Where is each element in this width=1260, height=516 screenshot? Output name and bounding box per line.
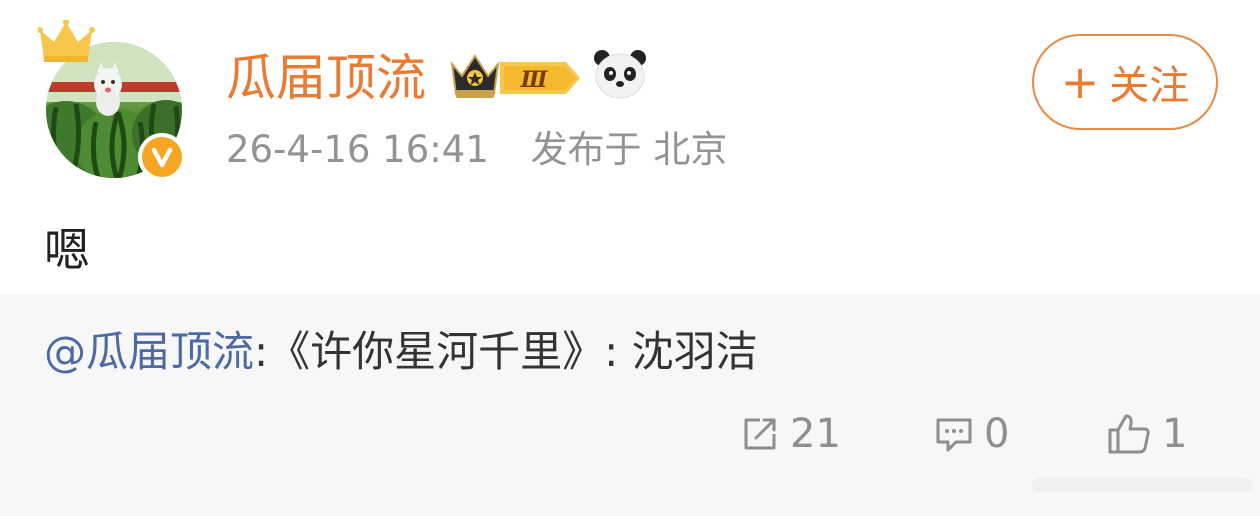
- panda-icon: [594, 50, 646, 99]
- author-name[interactable]: 瓜届顶流: [226, 48, 426, 108]
- crown-icon: [38, 20, 95, 62]
- weibo-post-card: 瓜届顶流 Ⅲ 26-4-16 16:41 发布于 北京 + 关注 嗯 @瓜届顶流…: [0, 0, 1260, 516]
- repost-separator: :: [254, 327, 269, 376]
- plus-icon: +: [1060, 55, 1100, 109]
- watermark-icon: [1032, 478, 1252, 492]
- post-timestamp: 26-4-16 16:41: [226, 128, 489, 171]
- avatar-block[interactable]: [38, 20, 188, 181]
- mention-link[interactable]: @瓜届顶流: [44, 327, 254, 376]
- like-count: 1: [1162, 411, 1188, 457]
- comment-action[interactable]: 0: [932, 406, 1009, 462]
- reposted-content[interactable]: @瓜届顶流:《许你星河千里》: 沈羽洁 21 0 1: [0, 294, 1260, 516]
- post-location: 发布于 北京: [530, 128, 728, 171]
- thumbs-up-icon: [1108, 414, 1150, 454]
- repost-content: 《许你星河千里》: 沈羽洁: [268, 327, 758, 376]
- comment-icon: [936, 418, 972, 452]
- repost-count: 21: [790, 411, 841, 457]
- verified-badge-icon: [138, 133, 186, 181]
- post-body: 嗯: [44, 223, 90, 277]
- follow-label: 关注: [1109, 63, 1190, 109]
- comment-count: 0: [984, 411, 1010, 457]
- repost-text: @瓜届顶流:《许你星河千里》: 沈羽洁: [44, 324, 758, 380]
- share-icon: [744, 418, 776, 450]
- vip-level-badge: Ⅲ: [500, 58, 582, 98]
- post-meta: 26-4-16 16:41 发布于 北京: [226, 125, 727, 175]
- like-action[interactable]: 1: [1106, 406, 1187, 462]
- vip-level-text: Ⅲ: [520, 67, 549, 93]
- vip-crown-icon: [450, 54, 500, 98]
- follow-button[interactable]: + 关注: [1032, 34, 1218, 130]
- repost-action[interactable]: 21: [738, 406, 841, 462]
